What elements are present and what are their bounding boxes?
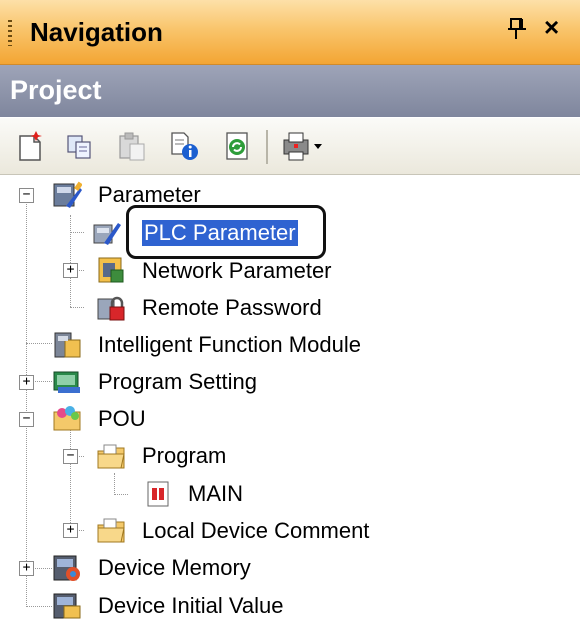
paste-icon: [119, 132, 145, 161]
navigation-panel: Navigation × Project − Parameter PLC Par…: [0, 0, 580, 635]
tree-item-main[interactable]: MAIN: [188, 481, 243, 507]
project-title: Project: [10, 75, 102, 105]
main-program-icon: [147, 481, 169, 507]
tree-item-network-parameter[interactable]: Network Parameter: [142, 258, 332, 284]
tree-item-local-device-comment[interactable]: Local Device Comment: [142, 518, 369, 544]
refresh-button[interactable]: [222, 130, 254, 162]
tree-item-remote-password[interactable]: Remote Password: [142, 295, 322, 321]
intelligent-function-module-icon: [54, 332, 81, 358]
new-data-button[interactable]: [14, 130, 46, 162]
plc-parameter-icon: [93, 223, 121, 245]
expand-toggle[interactable]: +: [19, 561, 34, 576]
tree-item-program-setting[interactable]: Program Setting: [98, 369, 257, 395]
local-device-comment-icon: [97, 518, 125, 543]
tree-item-intelligent-function-module[interactable]: Intelligent Function Module: [98, 332, 361, 358]
navigation-titlebar[interactable]: Navigation ×: [0, 0, 580, 65]
collapse-toggle[interactable]: −: [19, 412, 34, 427]
remote-password-icon: [97, 296, 125, 321]
pin-icon: [508, 18, 526, 39]
pou-icon: [53, 406, 81, 431]
network-parameter-icon: [98, 257, 124, 283]
print-dropdown-button[interactable]: [282, 130, 328, 162]
collapse-toggle[interactable]: −: [63, 449, 78, 464]
refresh-icon: [226, 132, 248, 160]
properties-button[interactable]: [168, 130, 200, 162]
tree-item-device-initial-value[interactable]: Device Initial Value: [98, 593, 283, 619]
copy-icon: [67, 135, 91, 159]
program-setting-icon: [53, 371, 80, 393]
tree-item-pou[interactable]: POU: [98, 406, 146, 432]
paste-button[interactable]: [116, 130, 148, 162]
device-initial-value-icon: [53, 593, 81, 619]
pin-button[interactable]: [506, 17, 528, 45]
collapse-toggle[interactable]: −: [19, 188, 34, 203]
tree-item-program[interactable]: Program: [142, 443, 226, 469]
navigation-toolbar: [0, 118, 580, 175]
print-dropdown-icon: [283, 132, 322, 161]
expand-toggle[interactable]: +: [63, 263, 78, 278]
close-button[interactable]: ×: [544, 14, 559, 40]
program-folder-icon: [97, 444, 125, 469]
project-tree: − Parameter PLC Parameter + Network Para…: [0, 175, 580, 635]
drag-grip-icon[interactable]: [8, 20, 12, 46]
copy-button[interactable]: [64, 130, 96, 162]
expand-toggle[interactable]: +: [19, 375, 34, 390]
expand-toggle[interactable]: +: [63, 523, 78, 538]
close-icon: ×: [544, 12, 560, 42]
tree-item-device-memory[interactable]: Device Memory: [98, 555, 251, 581]
toolbar-separator: [266, 130, 268, 164]
project-header[interactable]: Project: [0, 65, 580, 117]
parameter-icon: [53, 181, 82, 208]
properties-icon: [171, 132, 198, 160]
window-title: Navigation: [30, 17, 163, 47]
selection-highlight-frame: [126, 205, 326, 259]
device-memory-icon: [53, 555, 80, 581]
new-data-icon: [19, 131, 42, 161]
